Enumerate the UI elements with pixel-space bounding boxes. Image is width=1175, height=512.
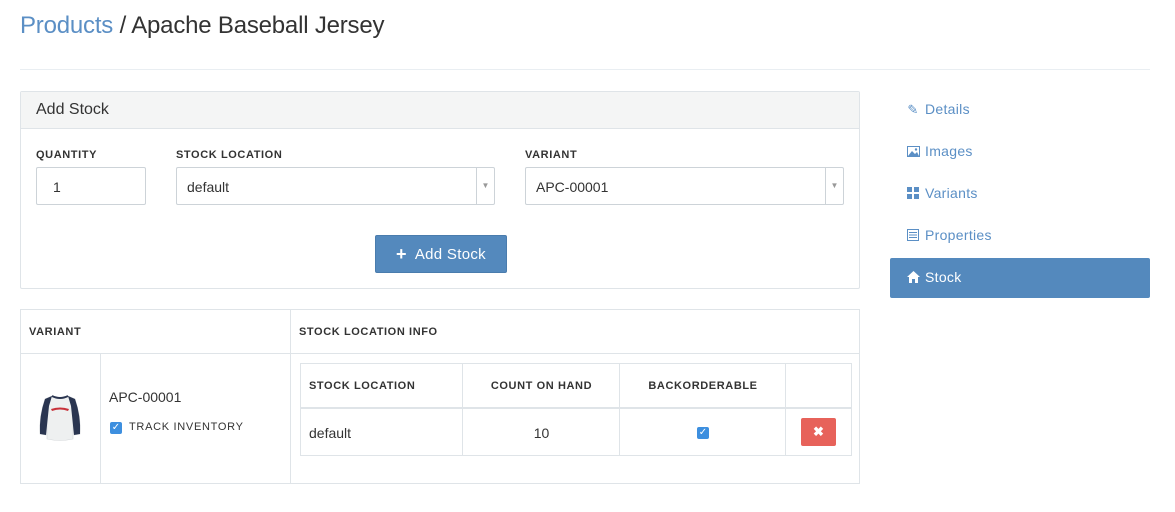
add-stock-panel-title: Add Stock <box>21 92 859 129</box>
chevron-down-icon: ▼ <box>825 168 843 204</box>
sidebar-item-label: Properties <box>925 227 992 243</box>
add-stock-button[interactable]: + Add Stock <box>375 235 507 273</box>
stock-location-cell: default <box>309 425 352 441</box>
sidebar-item-label: Images <box>925 143 973 159</box>
quantity-label: QUANTITY <box>36 149 98 161</box>
track-inventory-checkbox[interactable]: ✓ <box>110 422 122 434</box>
backorderable-column-header: BACKORDERABLE <box>648 380 758 392</box>
add-stock-panel: Add Stock QUANTITY 1 STOCK LOCATION defa… <box>20 91 860 289</box>
pencil-icon: ✎ <box>907 102 919 117</box>
sidebar-item-images[interactable]: Images <box>890 132 1150 172</box>
header-divider <box>21 353 859 354</box>
variant-select[interactable]: APC-00001 ▼ <box>525 167 844 205</box>
sidebar-item-label: Details <box>925 101 970 117</box>
chevron-down-icon: ▼ <box>476 168 494 204</box>
column-divider <box>785 364 786 455</box>
sidebar-item-variants[interactable]: Variants <box>890 174 1150 214</box>
quantity-input[interactable]: 1 <box>36 167 146 205</box>
track-inventory-label: TRACK INVENTORY <box>129 421 244 433</box>
column-divider <box>619 364 620 455</box>
variant-label: VARIANT <box>525 149 578 161</box>
variant-select-value: APC-00001 <box>536 179 609 195</box>
page-title: Products / Apache Baseball Jersey <box>20 12 385 40</box>
breadcrumb-current: Apache Baseball Jersey <box>131 12 385 39</box>
stock-location-info-header: STOCK LOCATION INFO <box>299 326 438 338</box>
count-on-hand-cell: 10 <box>533 425 550 441</box>
breadcrumb-separator: / <box>119 12 127 39</box>
product-thumbnail <box>39 395 81 441</box>
sidebar-item-details[interactable]: ✎ Details <box>890 90 1150 130</box>
sidebar-item-label: Variants <box>925 185 978 201</box>
image-icon <box>905 144 921 159</box>
header-divider <box>20 69 1150 70</box>
sidebar-item-label: Stock <box>925 269 962 285</box>
stock-location-select-value: default <box>187 179 230 195</box>
breadcrumb-products-link[interactable]: Products <box>20 12 113 39</box>
column-divider <box>290 310 291 483</box>
stock-location-label: STOCK LOCATION <box>176 149 283 161</box>
stock-location-table: STOCK LOCATION COUNT ON HAND BACKORDERAB… <box>300 363 852 456</box>
stock-location-column-header: STOCK LOCATION <box>309 380 416 392</box>
stock-table: VARIANT STOCK LOCATION INFO APC-00001 ✓ … <box>20 309 860 484</box>
variant-sku: APC-00001 <box>109 389 182 405</box>
home-icon <box>905 270 921 285</box>
variant-column-header: VARIANT <box>29 326 82 338</box>
close-icon: ✖ <box>813 424 824 439</box>
delete-stock-button[interactable]: ✖ <box>801 418 836 446</box>
add-stock-button-label: Add Stock <box>414 246 486 263</box>
sidebar-item-stock[interactable]: Stock <box>890 258 1150 298</box>
grid-icon <box>905 186 921 201</box>
sidebar-item-properties[interactable]: Properties <box>890 216 1150 256</box>
column-divider <box>462 364 463 455</box>
column-divider <box>100 354 101 483</box>
stock-location-select[interactable]: default ▼ <box>176 167 495 205</box>
count-on-hand-column-header: COUNT ON HAND <box>490 380 593 392</box>
backorderable-checkbox[interactable]: ✓ <box>697 427 709 439</box>
list-icon <box>905 228 921 243</box>
inner-header-divider <box>301 407 851 409</box>
plus-icon: + <box>396 244 407 264</box>
